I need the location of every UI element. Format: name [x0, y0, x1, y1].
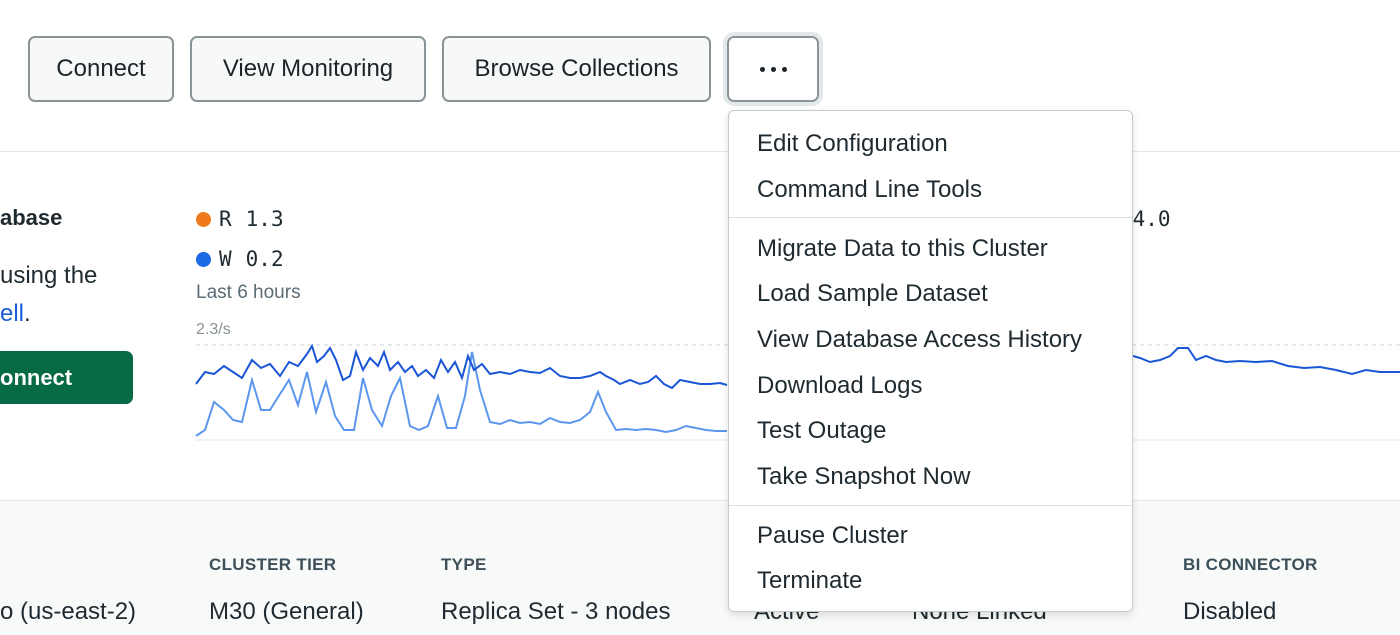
- legend-read: R 1.3: [196, 207, 284, 231]
- menu-item-migrate-data[interactable]: Migrate Data to this Cluster: [757, 235, 1048, 263]
- write-label: W: [219, 247, 232, 271]
- region-value: o (us-east-2): [0, 598, 137, 625]
- write-series-line-light: [195, 351, 727, 437]
- ellipsis-icon: [759, 66, 787, 72]
- read-series-line-right: [1132, 347, 1400, 376]
- read-legend-dot: [196, 211, 211, 227]
- bi-connector-value: Disabled: [1183, 598, 1277, 625]
- cluster-tier-value: M30 (General): [209, 598, 364, 625]
- more-actions-menu: Edit Configuration Command Line Tools Mi…: [728, 110, 1133, 612]
- read-value: 1.3: [245, 207, 284, 231]
- menu-item-load-sample-dataset[interactable]: Load Sample Dataset: [757, 280, 988, 308]
- chart-scale-label: 2.3/s: [196, 321, 231, 338]
- legend-write: W 0.2: [196, 247, 284, 271]
- more-actions-button[interactable]: [723, 32, 823, 106]
- connect-button[interactable]: Connect: [28, 36, 174, 102]
- menu-item-test-outage[interactable]: Test Outage: [757, 417, 886, 445]
- read-series-line: [195, 343, 728, 390]
- menu-item-take-snapshot[interactable]: Take Snapshot Now: [757, 463, 970, 491]
- view-monitoring-button[interactable]: View Monitoring: [190, 36, 426, 102]
- connect-cta-button[interactable]: onnect: [0, 351, 133, 404]
- connect-button-label: Connect: [56, 55, 146, 82]
- menu-item-edit-configuration[interactable]: Edit Configuration: [757, 130, 948, 158]
- browse-collections-button[interactable]: Browse Collections: [442, 36, 711, 102]
- connect-cta-label: onnect: [0, 364, 73, 390]
- menu-item-download-logs[interactable]: Download Logs: [757, 372, 922, 400]
- read-label: R: [219, 207, 232, 231]
- write-legend-dot: [196, 251, 211, 267]
- section-divider: [0, 151, 1400, 152]
- left-panel-text-2: ell.: [0, 300, 31, 328]
- menu-item-command-line-tools[interactable]: Command Line Tools: [757, 176, 982, 204]
- menu-item-pause-cluster[interactable]: Pause Cluster: [757, 522, 908, 550]
- menu-item-terminate[interactable]: Terminate: [757, 567, 862, 595]
- bi-connector-header: BI CONNECTOR: [1183, 555, 1318, 574]
- browse-collections-label: Browse Collections: [474, 55, 679, 82]
- time-range-label: Last 6 hours: [196, 282, 301, 303]
- left-panel-title: abase: [0, 205, 63, 230]
- left-panel-period: .: [24, 300, 31, 327]
- left-panel-text: using the: [0, 262, 98, 289]
- menu-divider-2: [729, 505, 1132, 506]
- type-header: TYPE: [441, 555, 487, 574]
- menu-divider: [729, 217, 1132, 218]
- shell-link[interactable]: ell: [0, 300, 24, 327]
- view-monitoring-label: View Monitoring: [222, 55, 394, 82]
- write-value: 0.2: [245, 247, 284, 271]
- cluster-tier-header: CLUSTER TIER: [209, 555, 337, 574]
- type-value: Replica Set - 3 nodes: [441, 598, 671, 625]
- menu-item-view-access-history[interactable]: View Database Access History: [757, 326, 1082, 354]
